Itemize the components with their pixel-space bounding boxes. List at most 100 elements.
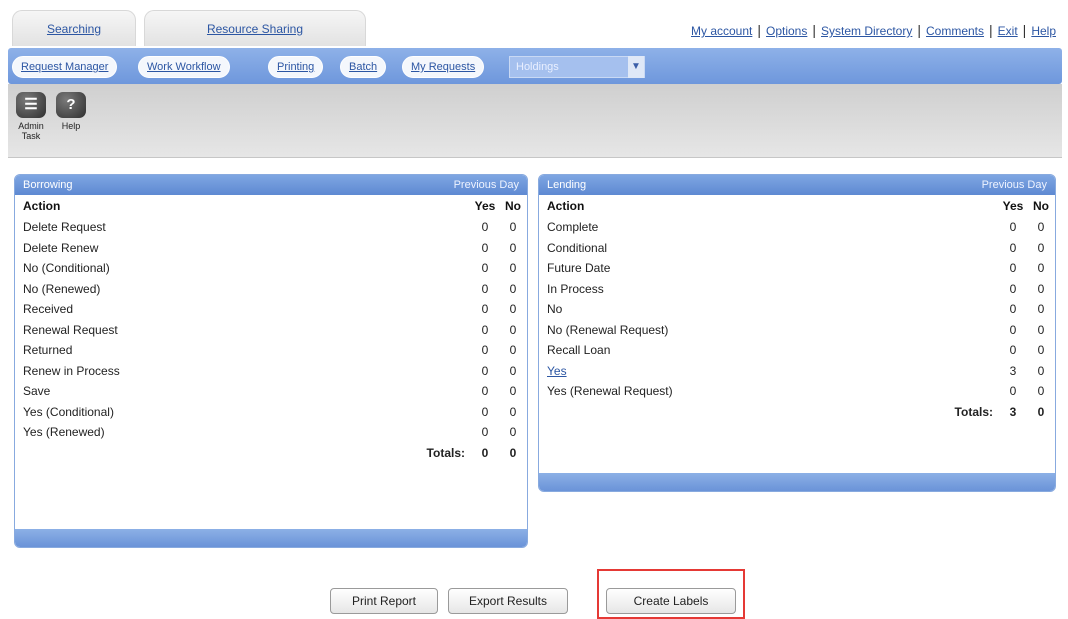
row-yes-count: 0 (481, 343, 489, 358)
row-no-count: 0 (509, 240, 517, 255)
print-report-button[interactable]: Print Report (330, 588, 438, 614)
exit-link[interactable]: Exit (998, 24, 1018, 38)
borrowing-panel-title: Borrowing (23, 179, 73, 191)
link-separator: | (989, 22, 993, 38)
comments-link[interactable]: Comments (926, 24, 984, 38)
table-row: Yes (Renewed) 0 0 (15, 422, 527, 443)
action-column-header: Action (547, 199, 585, 213)
table-row: Yes (Conditional) 0 0 (15, 402, 527, 423)
totals-no: 0 (1037, 404, 1045, 419)
row-action: No (Renewed) (23, 281, 101, 296)
row-yes-count: 0 (481, 261, 489, 276)
row-yes-count: 0 (481, 281, 489, 296)
totals-label: Totals: (426, 445, 465, 460)
no-column-header: No (1033, 199, 1049, 213)
help-link[interactable]: Help (1031, 24, 1056, 38)
system-directory-link[interactable]: System Directory (821, 24, 912, 38)
row-yes-count: 0 (1009, 384, 1017, 399)
subnav-dropdown[interactable]: Holdings ▼ (509, 56, 645, 78)
table-row: No (Conditional) 0 0 (15, 258, 527, 279)
lending-panel-title: Lending (547, 179, 587, 191)
row-no-count: 0 (509, 220, 517, 235)
table-row: No (Renewal Request) 0 0 (539, 320, 1055, 341)
row-no-count: 0 (1037, 281, 1045, 296)
totals-yes: 3 (1009, 404, 1017, 419)
borrowing-panel-footer (15, 529, 527, 547)
row-no-count: 0 (509, 404, 517, 419)
row-action: Yes (Conditional) (23, 404, 114, 419)
lending-panel-footer (539, 473, 1055, 491)
totals-row: Totals: 0 0 (15, 443, 527, 464)
icon-toolbar: ☰ Admin Task ? Help (8, 84, 1062, 158)
row-no-count: 0 (1037, 302, 1045, 317)
row-yes-count: 0 (1009, 302, 1017, 317)
row-no-count: 0 (509, 425, 517, 440)
table-header-row: Action Yes No (15, 195, 527, 217)
table-row: No (Renewed) 0 0 (15, 279, 527, 300)
table-row: Returned 0 0 (15, 340, 527, 361)
row-action: No (Conditional) (23, 261, 110, 276)
totals-yes: 0 (481, 445, 489, 460)
row-action: Conditional (547, 240, 608, 255)
yes-column-header: Yes (474, 199, 496, 213)
row-yes-count: 0 (1009, 281, 1017, 296)
help-icon: ? (56, 92, 86, 118)
totals-label: Totals: (954, 404, 993, 419)
link-separator: | (1022, 22, 1027, 38)
request-manager-button[interactable]: Request Manager (12, 56, 118, 78)
work-workflow-button[interactable]: Work Workflow (138, 56, 230, 78)
row-no-count: 0 (1037, 343, 1045, 358)
row-action: Yes (Renewal Request) (547, 384, 673, 399)
export-results-button[interactable]: Export Results (448, 588, 568, 614)
top-tab-strip: Searching Resource Sharing My account | Op… (8, 4, 1062, 48)
lending-table: Action Yes No Complete 0 0 Conditional 0 0 Fut… (539, 195, 1055, 422)
row-yes-count: 0 (481, 384, 489, 399)
row-action: Received (23, 302, 74, 317)
tab-resource-sharing[interactable]: Resource Sharing (144, 10, 366, 46)
previous-day-link[interactable]: Previous Day (982, 175, 1047, 195)
row-action: No (547, 302, 563, 317)
previous-day-link[interactable]: Previous Day (454, 175, 519, 195)
row-action: Delete Request (23, 220, 106, 235)
table-row: In Process 0 0 (539, 279, 1055, 300)
help-label: Help (61, 121, 81, 131)
help-button[interactable]: ? Help (48, 92, 94, 131)
row-action[interactable]: Yes (539, 361, 999, 382)
row-no-count: 0 (1037, 363, 1045, 378)
action-column-header: Action (23, 199, 61, 213)
my-account-link[interactable]: My account (691, 24, 752, 38)
sub-navigation-bar: Request Manager Work Workflow Printing B… (8, 48, 1062, 84)
row-no-count: 0 (1037, 240, 1045, 255)
lending-panel-header: Lending Previous Day (539, 175, 1055, 195)
my-requests-button[interactable]: My Requests (402, 56, 485, 78)
row-yes-count: 0 (481, 363, 489, 378)
row-no-count: 0 (1037, 322, 1045, 337)
row-action: Save (23, 384, 51, 399)
table-row: Conditional 0 0 (539, 238, 1055, 259)
table-row: Yes 3 0 (539, 361, 1055, 382)
create-labels-button[interactable]: Create Labels (606, 588, 736, 614)
link-separator: | (757, 22, 761, 38)
printing-button[interactable]: Printing (268, 56, 324, 78)
table-row: No 0 0 (539, 299, 1055, 320)
table-row: Received 0 0 (15, 299, 527, 320)
row-no-count: 0 (509, 281, 517, 296)
link-separator: | (917, 22, 921, 38)
tab-searching[interactable]: Searching (12, 10, 136, 46)
row-action: Yes (Renewed) (23, 425, 105, 440)
row-yes-count: 0 (1009, 240, 1017, 255)
batch-button[interactable]: Batch (340, 56, 387, 78)
row-no-count: 0 (509, 302, 517, 317)
row-no-count: 0 (509, 363, 517, 378)
options-link[interactable]: Options (766, 24, 807, 38)
row-yes-count: 0 (481, 240, 489, 255)
no-column-header: No (505, 199, 521, 213)
yes-column-header: Yes (1002, 199, 1024, 213)
row-action: Renewal Request (23, 322, 118, 337)
totals-row: Totals: 3 0 (539, 402, 1055, 423)
table-row: Renew in Process 0 0 (15, 361, 527, 382)
table-row: Complete 0 0 (539, 217, 1055, 238)
row-yes-count: 0 (1009, 343, 1017, 358)
chevron-down-icon: ▼ (628, 56, 644, 78)
borrowing-panel: Borrowing Previous Day Action Yes No Del… (14, 174, 528, 548)
